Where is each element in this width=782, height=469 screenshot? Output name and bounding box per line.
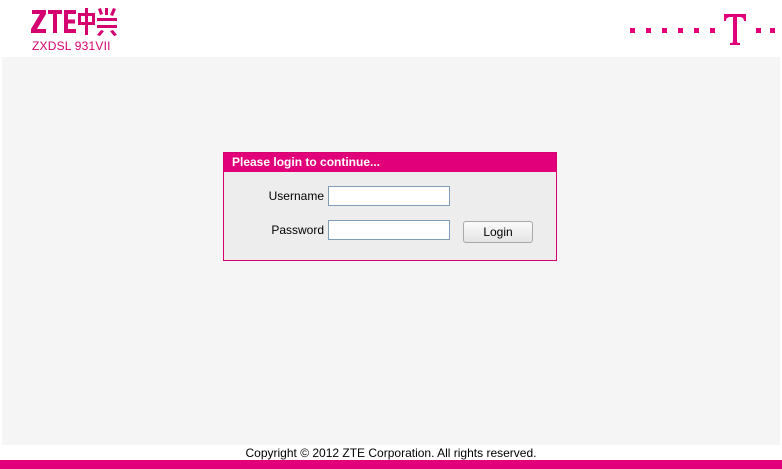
- zte-logo: ZXDSL 931VII: [31, 7, 117, 53]
- password-row: Password Login: [224, 220, 556, 243]
- username-label: Username: [268, 189, 324, 203]
- login-button[interactable]: Login: [463, 221, 533, 243]
- username-row: Username: [224, 186, 556, 208]
- router-login-page: ZXDSL 931VII Please login to continue...…: [0, 0, 782, 469]
- password-input[interactable]: [328, 220, 450, 240]
- username-input[interactable]: [328, 186, 450, 206]
- password-label: Password: [271, 223, 324, 237]
- copyright-text: Copyright © 2012 ZTE Corporation. All ri…: [245, 446, 537, 460]
- login-panel-title: Please login to continue...: [224, 153, 556, 172]
- login-panel: Please login to continue... Username Pas…: [223, 152, 557, 261]
- model-name: ZXDSL 931VII: [32, 39, 111, 53]
- footer-bar: [0, 460, 782, 469]
- header: ZXDSL 931VII: [0, 0, 782, 57]
- zte-logo-mark: [31, 8, 117, 36]
- telekom-logo: [630, 14, 775, 45]
